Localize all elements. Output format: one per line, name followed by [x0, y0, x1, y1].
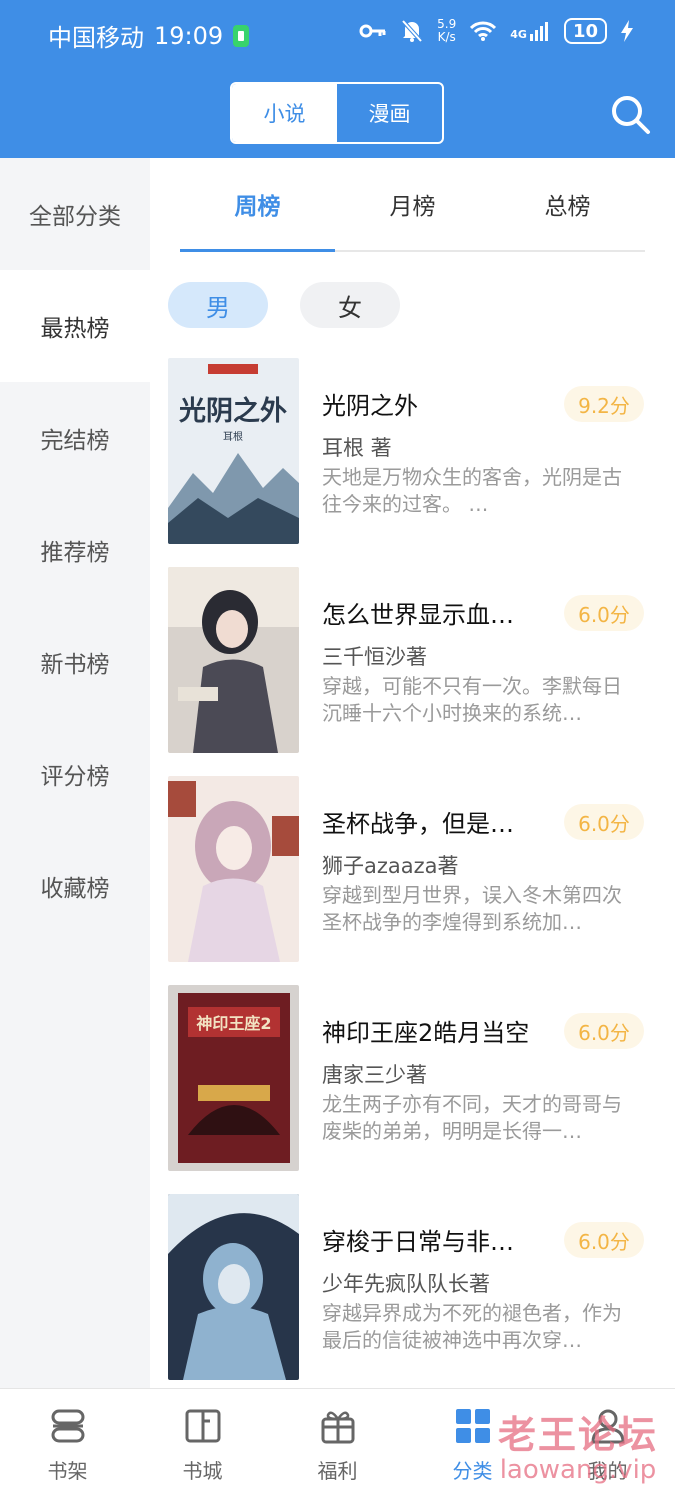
book-cover — [168, 776, 299, 962]
nav-label: 书架 — [47, 1459, 88, 1483]
signal-icon — [529, 22, 548, 41]
sidebar-item-recommended[interactable]: 推荐榜 — [0, 494, 150, 606]
gift-icon — [321, 1411, 354, 1444]
rank-period-tabs: 周榜 月榜 总榜 — [180, 158, 645, 252]
book-description: 龙生两子亦有不同，天才的哥哥与废柴的弟弟，明明是长得一… — [322, 1092, 622, 1143]
bottom-nav: 书架 书城 福利 分类 我的 — [0, 1388, 675, 1500]
book-title: 神印王座2皓月当空 — [322, 1019, 530, 1047]
book-score: 6.0分 — [564, 1222, 644, 1258]
wifi-icon — [470, 21, 497, 41]
network-type: 4G — [510, 28, 527, 41]
book-list: 光阴之外 耳根 光阴之外 9.2分 耳根 著 天地是万物众生的客舍，光阴是古往今… — [168, 358, 658, 1403]
search-icon[interactable] — [608, 92, 652, 136]
filter-female[interactable]: 女 — [300, 282, 400, 328]
tab-weekly[interactable]: 周榜 — [180, 158, 335, 252]
book-cover: 神印王座2 — [168, 985, 299, 1171]
book-cover — [168, 567, 299, 753]
nav-categories[interactable]: 分类 — [405, 1389, 540, 1500]
battery-saver-icon — [233, 24, 250, 47]
charging-icon — [621, 20, 633, 42]
book-title: 光阴之外 — [322, 392, 418, 420]
signal-group: 4G — [510, 21, 550, 41]
book-description: 穿越异界成为不死的褪色者，作为最后的信徒被神选中再次穿… — [322, 1301, 622, 1352]
tab-monthly[interactable]: 月榜 — [335, 158, 490, 250]
book-open-icon — [185, 1409, 220, 1443]
tab-all-time[interactable]: 总榜 — [490, 158, 645, 250]
nav-bookstore[interactable]: 书城 — [135, 1389, 270, 1500]
book-item[interactable]: 圣杯战争，但是… 6.0分 狮子azaaza著 穿越到型月世界，误入冬木第四次圣… — [168, 776, 658, 985]
nav-label: 分类 — [452, 1459, 493, 1483]
filter-male[interactable]: 男 — [168, 282, 268, 328]
sidebar-item-completed[interactable]: 完结榜 — [0, 382, 150, 494]
sidebar-item-hottest[interactable]: 最热榜 — [0, 270, 150, 382]
book-item[interactable]: 怎么世界显示血… 6.0分 三千恒沙著 穿越，可能不只有一次。李默每日沉睡十六个… — [168, 567, 658, 776]
cover-title: 神印王座2 — [196, 1014, 271, 1033]
book-author: 三千恒沙著 — [322, 645, 427, 669]
book-item[interactable]: 神印王座2 神印王座2皓月当空 6.0分 唐家三少著 龙生两子亦有不同，天才的哥… — [168, 985, 658, 1194]
book-score: 6.0分 — [564, 804, 644, 840]
book-score: 9.2分 — [564, 386, 644, 422]
cover-title: 光阴之外 — [178, 395, 287, 427]
battery-indicator: 10 — [563, 18, 607, 44]
nav-bookshelf[interactable]: 书架 — [0, 1389, 135, 1500]
book-description: 穿越到型月世界，误入冬木第四次圣杯战争的李煌得到系统加… — [322, 883, 622, 934]
nav-label: 书城 — [182, 1459, 223, 1483]
nav-profile[interactable]: 我的 — [540, 1389, 675, 1500]
category-sidebar: 全部分类 最热榜 完结榜 推荐榜 新书榜 评分榜 收藏榜 — [0, 158, 150, 1388]
book-item[interactable]: 光阴之外 耳根 光阴之外 9.2分 耳根 著 天地是万物众生的客舍，光阴是古往今… — [168, 358, 658, 567]
book-author: 狮子azaaza著 — [322, 854, 459, 878]
sidebar-item-rating[interactable]: 评分榜 — [0, 718, 150, 830]
nav-rewards[interactable]: 福利 — [270, 1389, 405, 1500]
book-description: 天地是万物众生的客舍，光阴是古往今来的过客。 … — [322, 465, 622, 516]
bookshelf-icon — [51, 1409, 84, 1443]
book-score: 6.0分 — [564, 595, 644, 631]
book-score: 6.0分 — [564, 1013, 644, 1049]
network-speed: 5.9 K/s — [437, 18, 456, 44]
content-type-switch: 小说 漫画 — [230, 82, 444, 144]
book-author: 耳根 著 — [322, 436, 392, 460]
battery-level: 10 — [572, 20, 598, 42]
tab-comic[interactable]: 漫画 — [337, 84, 442, 142]
book-item[interactable]: 穿梭于日常与非… 6.0分 少年先疯队队长著 穿越异界成为不死的褪色者，作为最后… — [168, 1194, 658, 1403]
clock: 19:09 — [154, 21, 224, 50]
app-header: 中国移动 19:09 5.9 K/s 4G 10 小说 漫画 — [0, 0, 675, 158]
svg-text:耳根: 耳根 — [223, 430, 243, 443]
book-cover: 光阴之外 耳根 — [168, 358, 299, 544]
sidebar-item-all-categories[interactable]: 全部分类 — [0, 158, 150, 270]
status-left: 中国移动 19:09 — [48, 18, 250, 53]
book-author: 少年先疯队队长著 — [322, 1272, 490, 1296]
user-icon — [590, 1409, 625, 1444]
book-cover — [168, 1194, 299, 1380]
nav-label: 福利 — [317, 1459, 358, 1483]
book-title: 穿梭于日常与非… — [322, 1228, 514, 1256]
sidebar-item-favorites[interactable]: 收藏榜 — [0, 830, 150, 942]
gender-filter: 男 女 — [168, 282, 400, 328]
grid-icon — [455, 1409, 490, 1443]
book-title: 怎么世界显示血… — [322, 601, 514, 629]
book-title: 圣杯战争，但是… — [322, 810, 514, 838]
tab-novel[interactable]: 小说 — [232, 84, 337, 142]
nav-label: 我的 — [587, 1459, 628, 1483]
book-description: 穿越，可能不只有一次。李默每日沉睡十六个小时换来的系统… — [322, 674, 622, 725]
status-bar: 中国移动 19:09 5.9 K/s 4G 10 — [0, 0, 675, 70]
key-icon — [359, 24, 386, 38]
carrier: 中国移动 — [48, 24, 144, 52]
ranking-main: 周榜 月榜 总榜 男 女 光阴之外 耳根 光阴之外 9.2分 耳根 著 天地是万 — [150, 158, 675, 1388]
book-author: 唐家三少著 — [322, 1063, 427, 1087]
status-right: 5.9 K/s 4G 10 — [359, 18, 633, 44]
bell-off-icon — [401, 19, 423, 43]
speed-unit: K/s — [437, 30, 456, 44]
sidebar-item-new-books[interactable]: 新书榜 — [0, 606, 150, 718]
